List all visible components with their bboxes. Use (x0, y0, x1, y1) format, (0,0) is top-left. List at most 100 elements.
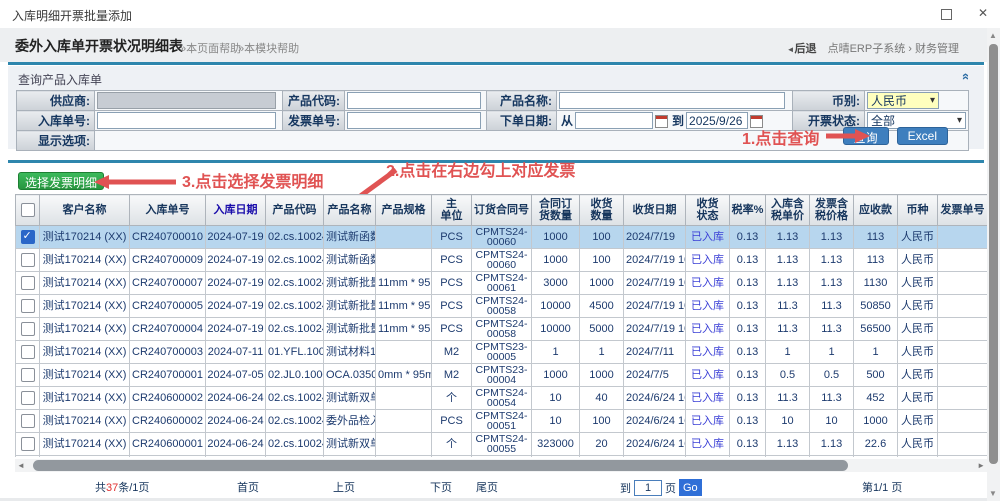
cell-receipt-date: 2024-06-24 (206, 387, 266, 410)
scroll-down-icon[interactable]: ▼ (989, 489, 997, 498)
chevron-down-icon: ▾ (957, 115, 962, 126)
cell-receipt-date: 2024-07-19 (206, 226, 266, 249)
column-header-customer: 客户名称 (40, 195, 130, 226)
cell-customer: 测试170214 (XX) (40, 249, 130, 272)
page-help-link[interactable]: »本页面帮助 (180, 40, 241, 56)
cell-received-date: 2024/7/19 10 (624, 272, 686, 295)
cell-product-name: 测试新双单位 (324, 387, 376, 410)
column-header-invoice-no: 发票单号 (938, 195, 988, 226)
calendar-icon[interactable] (655, 115, 668, 128)
first-page-link[interactable]: 首页 (237, 479, 259, 495)
prev-page-link[interactable]: 上页 (333, 479, 355, 495)
row-checkbox[interactable] (21, 253, 35, 267)
scroll-right-icon[interactable]: ► (977, 461, 985, 470)
record-count: 共37条/1页 (95, 479, 149, 495)
cell-unit: PCS (432, 456, 472, 458)
row-checkbox[interactable] (21, 368, 35, 382)
cell-customer: 测试170214 (XX) (40, 272, 130, 295)
cell-receive-status[interactable]: 已入库 (686, 410, 730, 433)
row-checkbox[interactable] (21, 276, 35, 290)
product-code-input[interactable] (347, 92, 481, 109)
table-row: 测试170214 (XX)CR2405000122024-05-2702.cs.… (16, 456, 988, 458)
row-checkbox[interactable] (21, 345, 35, 359)
cell-receive-status[interactable]: 已入库 (686, 433, 730, 456)
cell-receive-status[interactable]: 已入库 (686, 249, 730, 272)
column-header-select[interactable] (16, 195, 40, 226)
cell-receivable: 22.6 (854, 433, 898, 456)
cell-order-no: CPMTS24-00058 (472, 295, 532, 318)
row-checkbox[interactable] (21, 299, 35, 313)
row-checkbox[interactable] (21, 414, 35, 428)
cell-unit: 个 (432, 433, 472, 456)
module-help-link[interactable]: »本模块帮助 (238, 40, 299, 56)
cell-customer: 测试170214 (XX) (40, 341, 130, 364)
cell-receipt-date: 2024-07-19 (206, 249, 266, 272)
back-arrow-icon: ◄ (787, 45, 795, 54)
select-all-checkbox[interactable] (21, 203, 35, 217)
go-button[interactable]: Go (679, 479, 702, 496)
cell-currency: 人民币 (898, 272, 938, 295)
cell-receive-status[interactable]: 已入库 (686, 364, 730, 387)
horizontal-scrollbar-thumb[interactable] (33, 460, 848, 471)
cell-product-name: 测试新批量领 (324, 295, 376, 318)
cell-receive-status[interactable]: 已入库 (686, 272, 730, 295)
page-number-input[interactable] (634, 480, 662, 496)
row-checkbox[interactable] (21, 437, 35, 451)
cell-invoice-no (938, 364, 988, 387)
cell-receipt-no: CR240700010 (130, 226, 206, 249)
row-checkbox[interactable] (21, 391, 35, 405)
column-header-received-date: 收货日期 (624, 195, 686, 226)
vertical-scrollbar[interactable]: ▲ ▼ (987, 28, 1000, 501)
column-header-receipt-date[interactable]: 入库日期 (206, 195, 266, 226)
vertical-scrollbar-thumb[interactable] (989, 44, 998, 464)
next-page-link[interactable]: 下页 (430, 479, 452, 495)
back-link[interactable]: ◄后退 (787, 43, 817, 55)
cell-currency: 人民币 (898, 364, 938, 387)
cell-invoice-price: 1 (810, 341, 854, 364)
cell-invoice-price: 10 (810, 410, 854, 433)
cell-unit-price: 1.13 (766, 272, 810, 295)
row-checkbox[interactable] (21, 322, 35, 336)
scroll-up-icon[interactable]: ▲ (989, 31, 997, 40)
cell-receive-status[interactable]: 已入库 (686, 295, 730, 318)
receipt-no-input[interactable] (97, 112, 276, 129)
column-header-received-qty: 收货 数量 (580, 195, 624, 226)
select-invoice-details-button[interactable]: 选择发票明细 (18, 172, 104, 190)
cell-receive-status[interactable]: 已入库 (686, 318, 730, 341)
cell-received-qty: 1000 (580, 272, 624, 295)
last-page-link[interactable]: 尾页 (476, 479, 498, 495)
row-checkbox[interactable] (21, 230, 35, 244)
cell-receipt-no: CR240500012 (130, 456, 206, 458)
product-name-input[interactable] (559, 92, 785, 109)
currency-select[interactable]: 人民币▾ (867, 92, 939, 109)
cell-currency: 人民币 (898, 410, 938, 433)
breadcrumb-system[interactable]: 点晴ERP子系统 (828, 43, 906, 55)
cell-receive-status[interactable]: 已入库 (686, 387, 730, 410)
cell-product-spec: 11mm * 95m (376, 272, 432, 295)
cell-order-qty: 10000 (532, 318, 580, 341)
cell-received-date: 2024/5/27 8: (624, 456, 686, 458)
collapse-icon[interactable]: » (957, 73, 972, 80)
scroll-left-icon[interactable]: ◄ (17, 461, 25, 470)
date-from-label: 从 (561, 114, 573, 128)
cell-receive-status[interactable]: 已入库 (686, 226, 730, 249)
breadcrumb-section[interactable]: 财务管理 (915, 43, 959, 55)
cell-receipt-date: 2024-06-24 (206, 433, 266, 456)
column-header-currency: 币种 (898, 195, 938, 226)
excel-button[interactable]: Excel (897, 127, 948, 145)
cell-receive-status[interactable]: 已入库 (686, 341, 730, 364)
cell-order-qty: 10000 (532, 295, 580, 318)
date-from-input[interactable] (575, 112, 653, 129)
date-to-input[interactable] (686, 112, 748, 129)
maximize-icon[interactable] (941, 9, 952, 20)
invoice-no-input[interactable] (347, 112, 481, 129)
cell-tax-rate: 0.13 (730, 249, 766, 272)
cell-product-spec (376, 456, 432, 458)
horizontal-scrollbar[interactable]: ◄ ► (15, 459, 987, 472)
column-header-invoice-price: 发票含 税价格 (810, 195, 854, 226)
cell-invoice-price: 10 (810, 456, 854, 458)
close-icon[interactable]: ✕ (978, 6, 988, 20)
cell-receive-status[interactable]: 已入库 (686, 456, 730, 458)
cell-invoice-price: 11.3 (810, 295, 854, 318)
annotation-arrow-left-icon (94, 174, 176, 190)
